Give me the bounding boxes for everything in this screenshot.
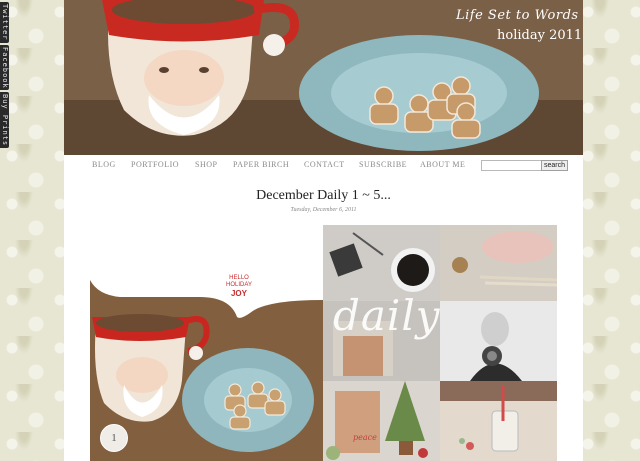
facebook-tab[interactable]: Facebook (0, 44, 9, 91)
hello-holiday-joy-label: HELLO HOLIDAY JOY (222, 275, 256, 298)
side-tabs: Twitter Facebook Buy Prints (0, 2, 10, 150)
nav-contact[interactable]: CONTACT (304, 160, 345, 169)
white-wave-overlay (90, 225, 323, 318)
nav-blog[interactable]: BLOG (92, 160, 116, 169)
twitter-tab[interactable]: Twitter (0, 2, 9, 43)
nav-paper-birch[interactable]: PAPER BIRCH (233, 160, 289, 169)
nav-about-me[interactable]: ABOUT ME (420, 160, 465, 169)
coffee-photo (323, 225, 440, 301)
peace-text: peace (353, 433, 377, 442)
jar-tile (440, 381, 557, 461)
post-title[interactable]: December Daily 1 ~ 5... (64, 188, 583, 204)
tree-tile: peace (323, 381, 440, 461)
blog-subtitle: holiday 2011 (497, 28, 583, 43)
daily-script-text: daily (333, 291, 441, 340)
coffee-tile (323, 225, 440, 301)
page-column: Life Set to Words holiday 2011 BLOG PORT… (64, 0, 583, 461)
hello-line: HELLO (229, 275, 249, 281)
post-collage-image: HELLO HOLIDAY JOY 1 peace daily (90, 225, 557, 461)
portrait-tile (440, 301, 557, 381)
search-input[interactable] (481, 160, 542, 171)
collage-left-panel: HELLO HOLIDAY JOY 1 (90, 225, 323, 461)
header-photo (64, 0, 583, 155)
blog-title[interactable]: Life Set to Words (456, 8, 579, 23)
yarn-photo (440, 225, 557, 301)
holiday-line: HOLIDAY (226, 282, 252, 288)
portrait-photo (440, 301, 557, 381)
buy-prints-tab[interactable]: Buy Prints (0, 92, 9, 149)
nav-subscribe[interactable]: SUBSCRIBE (359, 160, 407, 169)
nav-shop[interactable]: SHOP (195, 160, 217, 169)
tree-photo (323, 381, 440, 461)
joy-line: JOY (230, 289, 247, 298)
yarn-tile (440, 225, 557, 301)
jar-photo (440, 381, 557, 461)
search-button[interactable]: search (541, 160, 568, 171)
nav-portfolio[interactable]: PORTFOLIO (131, 160, 179, 169)
header-banner: Life Set to Words holiday 2011 (64, 0, 583, 155)
post-date: Tuesday, December 6, 2011 (290, 207, 357, 213)
page-number-badge: 1 (100, 424, 128, 452)
